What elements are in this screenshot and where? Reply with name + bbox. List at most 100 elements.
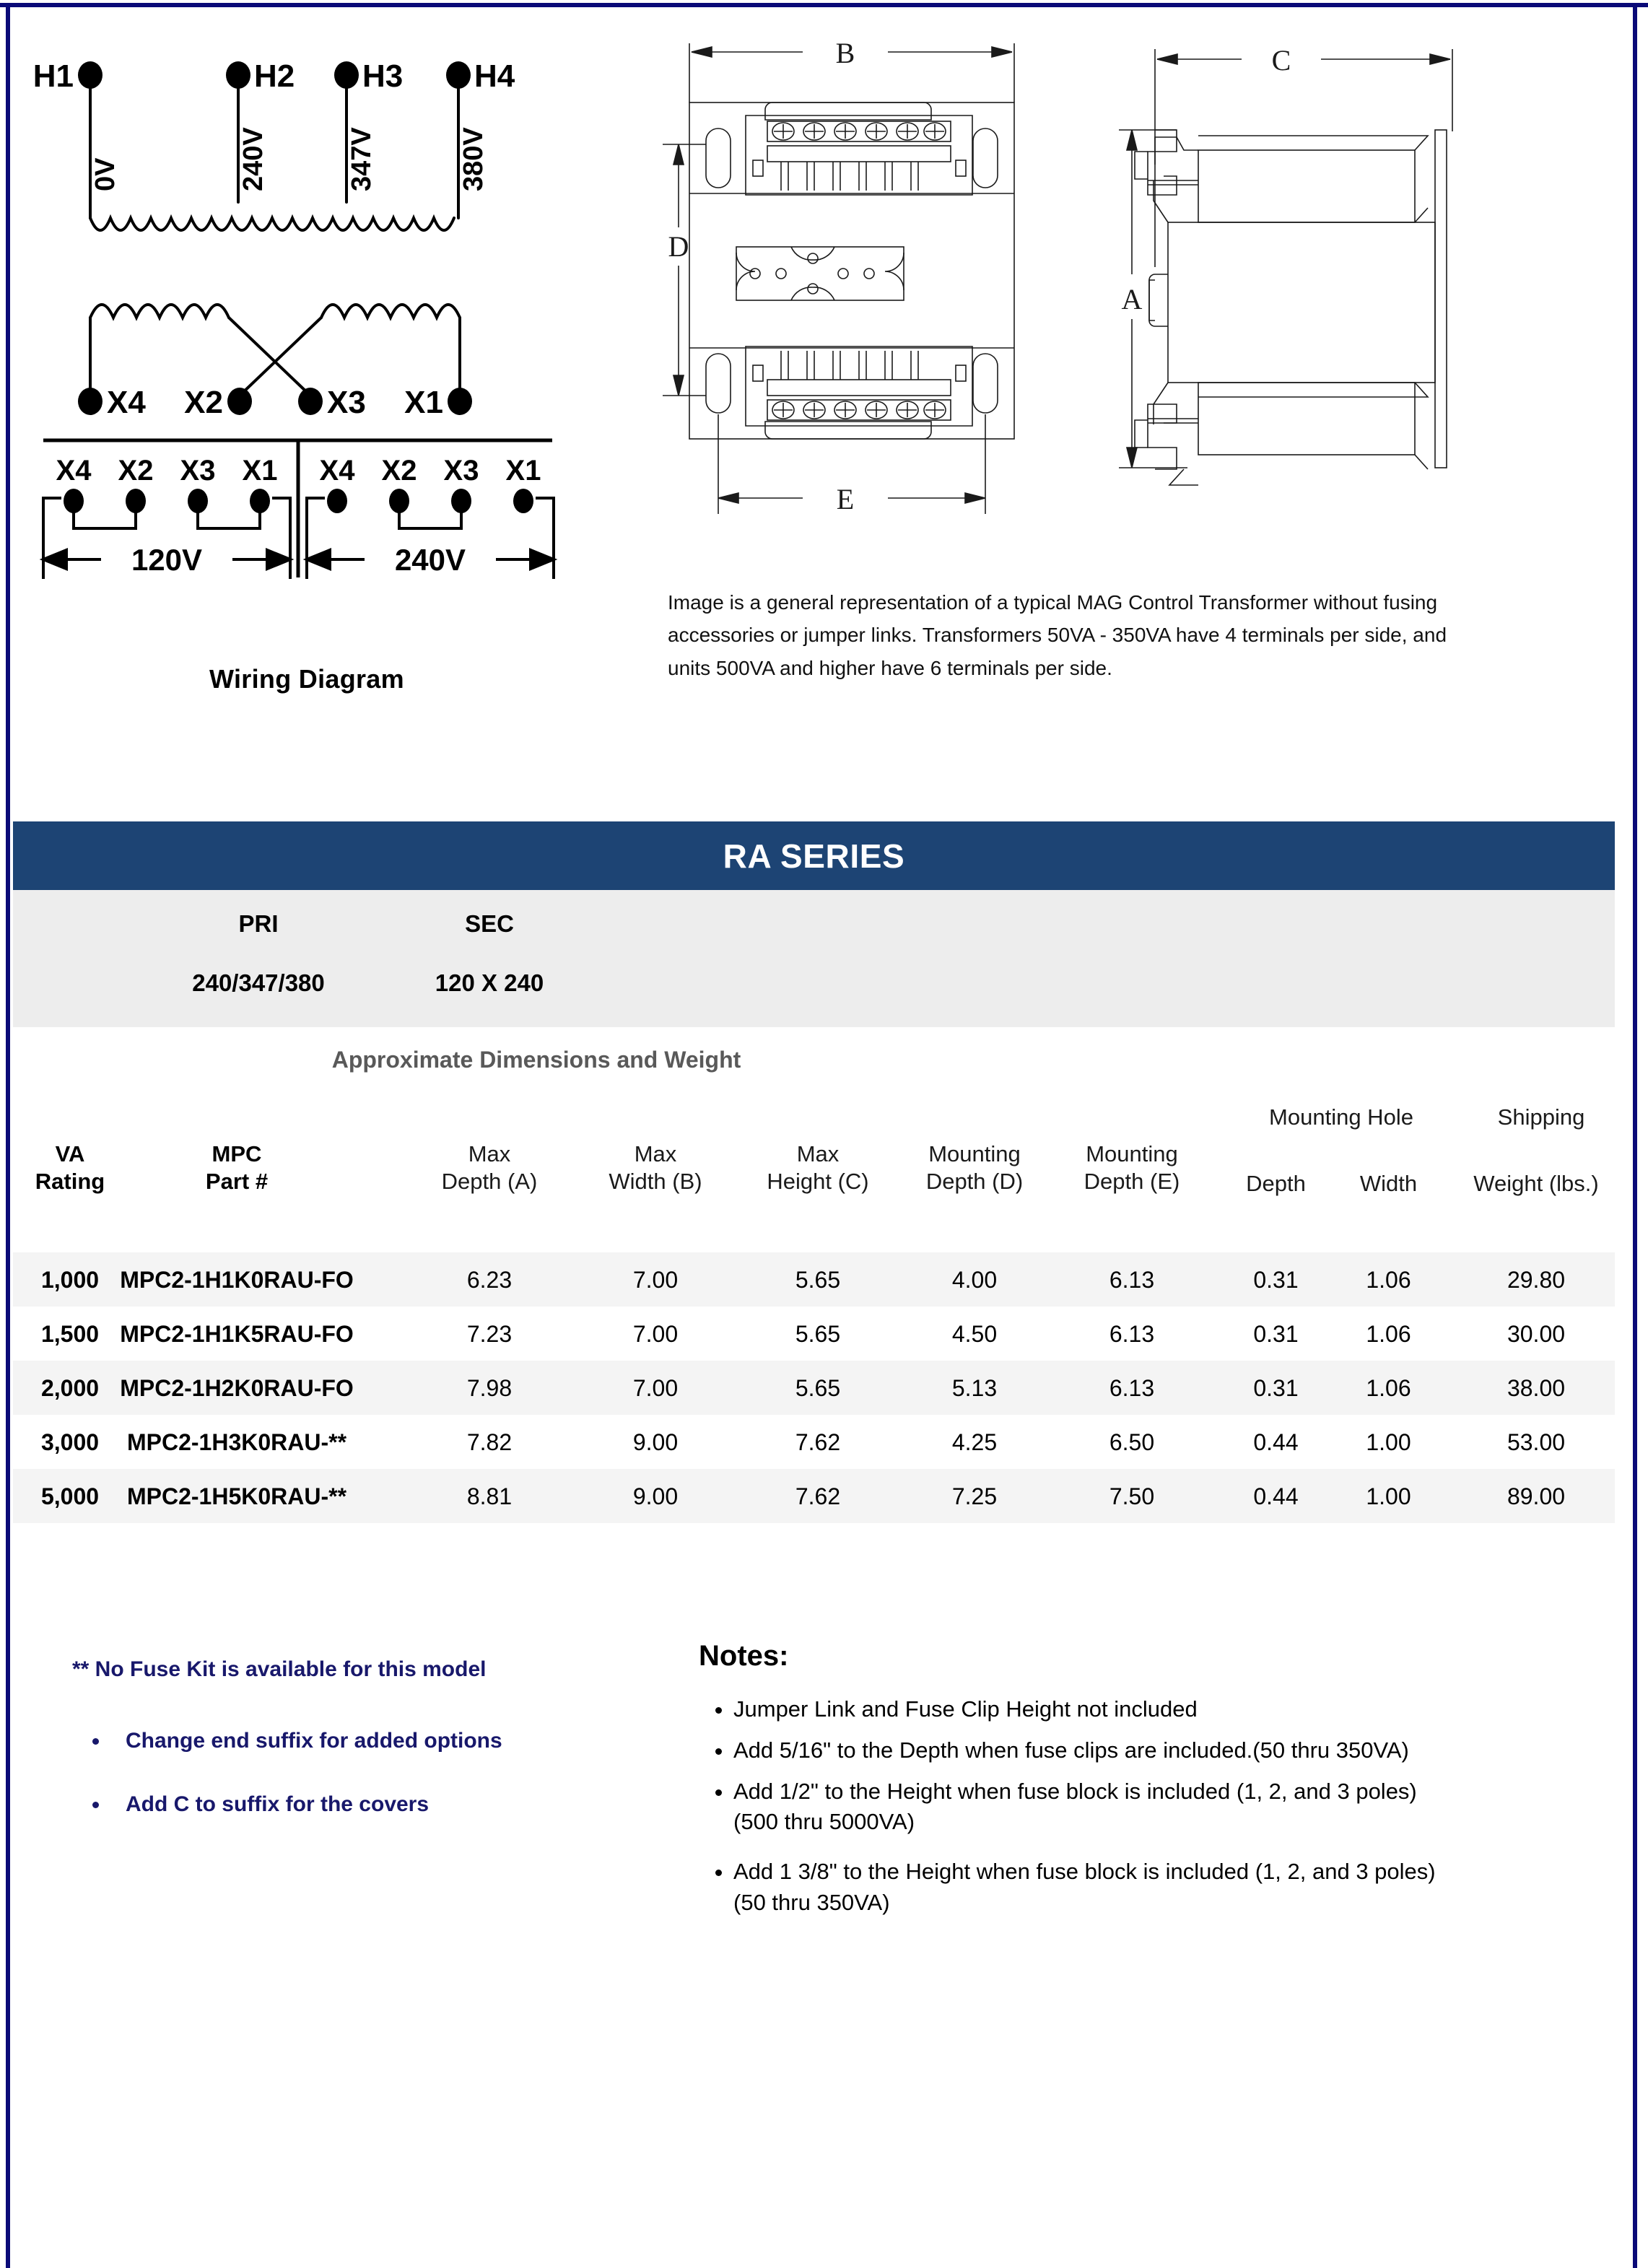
terminal-label-x4: X4	[107, 385, 146, 420]
table-cell: 7.98	[466, 1375, 513, 1401]
connection-group-240v: X4 X2 X3 X1 240V	[302, 455, 558, 579]
notes-list: Jumper Link and Fuse Clip Height not inc…	[699, 1694, 1551, 1919]
tap-label-347v: 347V	[346, 127, 377, 191]
table-cell: 0.31	[1253, 1321, 1299, 1347]
table-cell: 1,000	[40, 1267, 100, 1293]
primary-tap-labels: 0V 240V 347V 380V	[90, 127, 489, 191]
group-header-mounting-hole: Mounting Hole	[1269, 1104, 1413, 1130]
note-continuation: (500 thru 5000VA)	[733, 1809, 915, 1835]
column-header-line2: Width (B)	[609, 1168, 702, 1194]
column-header-line2: Rating	[35, 1168, 105, 1194]
table-cell: 2,000	[40, 1375, 100, 1401]
table-cell: MPC2-1H2K0RAU-FO	[120, 1375, 354, 1401]
dimension-label-e: E	[837, 483, 854, 515]
table-cell: 1.06	[1366, 1267, 1411, 1293]
page-border-left	[6, 3, 10, 2268]
group240-label-x4: X4	[320, 455, 356, 487]
column-header-line2: Depth (D)	[925, 1168, 1024, 1194]
table-cell: 8.81	[466, 1483, 513, 1509]
notes-block: Notes: Jumper Link and Fuse Clip Height …	[699, 1640, 1551, 1937]
dimension-label-a: A	[1122, 283, 1143, 315]
terminal-label-x3: X3	[327, 385, 366, 420]
footnote-lead: ** No Fuse Kit is available for this mod…	[72, 1657, 487, 1681]
group-header-shipping: Shipping	[1497, 1104, 1585, 1130]
table-cell: 6.13	[1109, 1375, 1155, 1401]
table-cell: 7.00	[632, 1267, 679, 1293]
table-cell: 53.00	[1507, 1429, 1566, 1455]
sec-label: SEC	[465, 910, 514, 937]
terminal-label-x2: X2	[184, 385, 223, 420]
table-cell: 6.50	[1109, 1429, 1155, 1455]
group120-label-x4: X4	[56, 455, 92, 487]
table-cell: 9.00	[632, 1429, 679, 1455]
column-header-line2: Height (C)	[767, 1168, 869, 1194]
voltage-band: PRI SEC 240/347/380 120 X 240	[13, 890, 1615, 1027]
table-cell: 29.80	[1507, 1267, 1566, 1293]
dimension-label-d: D	[668, 230, 689, 263]
column-header-line1: Max	[468, 1141, 511, 1166]
table-cell: 7.23	[466, 1321, 513, 1347]
connection-group-120v: X4 X2 X3 X1 120V	[39, 455, 295, 579]
note-item: Jumper Link and Fuse Clip Height not inc…	[733, 1694, 1551, 1725]
pri-value: 240/347/380	[192, 969, 325, 996]
column-header-line2: Depth	[1246, 1171, 1306, 1196]
secondary-winding	[89, 303, 461, 397]
dimension-letters: B D E C A	[668, 37, 1291, 515]
table-cell: 5.65	[795, 1321, 841, 1347]
column-header-line1: Mounting	[1086, 1141, 1178, 1166]
column-header-height-c: Max Height (C)	[746, 1140, 890, 1195]
tap-label-380v: 380V	[458, 127, 489, 191]
table-cell: 1,500	[40, 1321, 100, 1347]
series-title: RA SERIES	[723, 837, 905, 875]
table-cell: 7.62	[795, 1483, 841, 1509]
column-header-depth: Depth	[1213, 1170, 1339, 1198]
table-row: 1,000 MPC2-1H1K0RAU-FO 6.23 7.00 5.65 4.00 6.1…	[13, 1252, 1615, 1307]
mechanical-drawings-svg: B D E C A	[663, 37, 1453, 515]
side-view	[1119, 49, 1453, 486]
table-cell: 9.00	[632, 1483, 679, 1509]
group120-voltage: 120V	[131, 543, 202, 577]
page-border-right	[1633, 3, 1637, 2268]
page-border-top	[0, 3, 1648, 7]
table-cell: 30.00	[1507, 1321, 1566, 1347]
tap-label-240v: 240V	[238, 127, 269, 191]
table-cell: 5,000	[40, 1483, 100, 1509]
table-cell: 7.50	[1109, 1483, 1155, 1509]
table-row: 5,000 MPC2-1H5K0RAU-** 8.81 9.00 7.62 7.25 7.5…	[13, 1469, 1615, 1523]
pri-label: PRI	[238, 910, 279, 937]
primary-terminal-labels: H1 H2 H3 H4	[33, 58, 515, 94]
mechanical-drawings: B D E C A	[650, 36, 1610, 563]
group120-label-x3: X3	[180, 455, 216, 487]
series-banner: RA SERIES	[13, 821, 1615, 890]
table-cell: 0.44	[1253, 1429, 1299, 1455]
table-row: 3,000 MPC2-1H3K0RAU-** 7.82 9.00 7.62 4.25 6.5…	[13, 1415, 1615, 1469]
column-header-line1: Max	[634, 1141, 677, 1166]
table-cell: 5.65	[795, 1267, 841, 1293]
group240-label-x1: X1	[506, 455, 541, 487]
terminal-label-h4: H4	[474, 58, 515, 94]
footnotes-block: ** No Fuse Kit is available for this mod…	[72, 1653, 549, 1852]
column-header-rating: VA Rating	[16, 1140, 124, 1195]
secondary-terminal-labels: X4 X2 X3 X1	[107, 385, 443, 420]
table-cell: 4.50	[951, 1321, 998, 1347]
drawing-caption: Image is a general representation of a t…	[668, 591, 1447, 679]
column-header-line2: Depth (E)	[1084, 1168, 1180, 1194]
table-subtitle: Approximate Dimensions and Weight	[331, 1047, 741, 1073]
table-cell: 4.25	[951, 1429, 998, 1455]
table-cell: 1.06	[1366, 1321, 1411, 1347]
column-header-depth-d: Mounting Depth (D)	[895, 1140, 1054, 1195]
group240-label-x2: X2	[382, 455, 417, 487]
group240-voltage: 240V	[395, 543, 466, 577]
table-cell: 6.23	[466, 1267, 513, 1293]
note-item: Add 1/2" to the Height when fuse block i…	[733, 1776, 1551, 1807]
column-header-line2: Weight (lbs.)	[1473, 1171, 1599, 1196]
front-view	[663, 43, 1015, 514]
terminal-label-h3: H3	[362, 58, 403, 94]
table-row: 2,000 MPC2-1H2K0RAU-FO 7.98 7.00 5.65 5.13 6.1…	[13, 1361, 1615, 1415]
dimension-label-b: B	[836, 37, 855, 69]
group120-label-x2: X2	[118, 455, 154, 487]
table-cell: 4.00	[951, 1267, 998, 1293]
table-cell: 5.13	[951, 1375, 998, 1401]
column-header-line1: MPC	[212, 1141, 262, 1166]
footnote-item: Add C to suffix for the covers	[110, 1788, 549, 1822]
